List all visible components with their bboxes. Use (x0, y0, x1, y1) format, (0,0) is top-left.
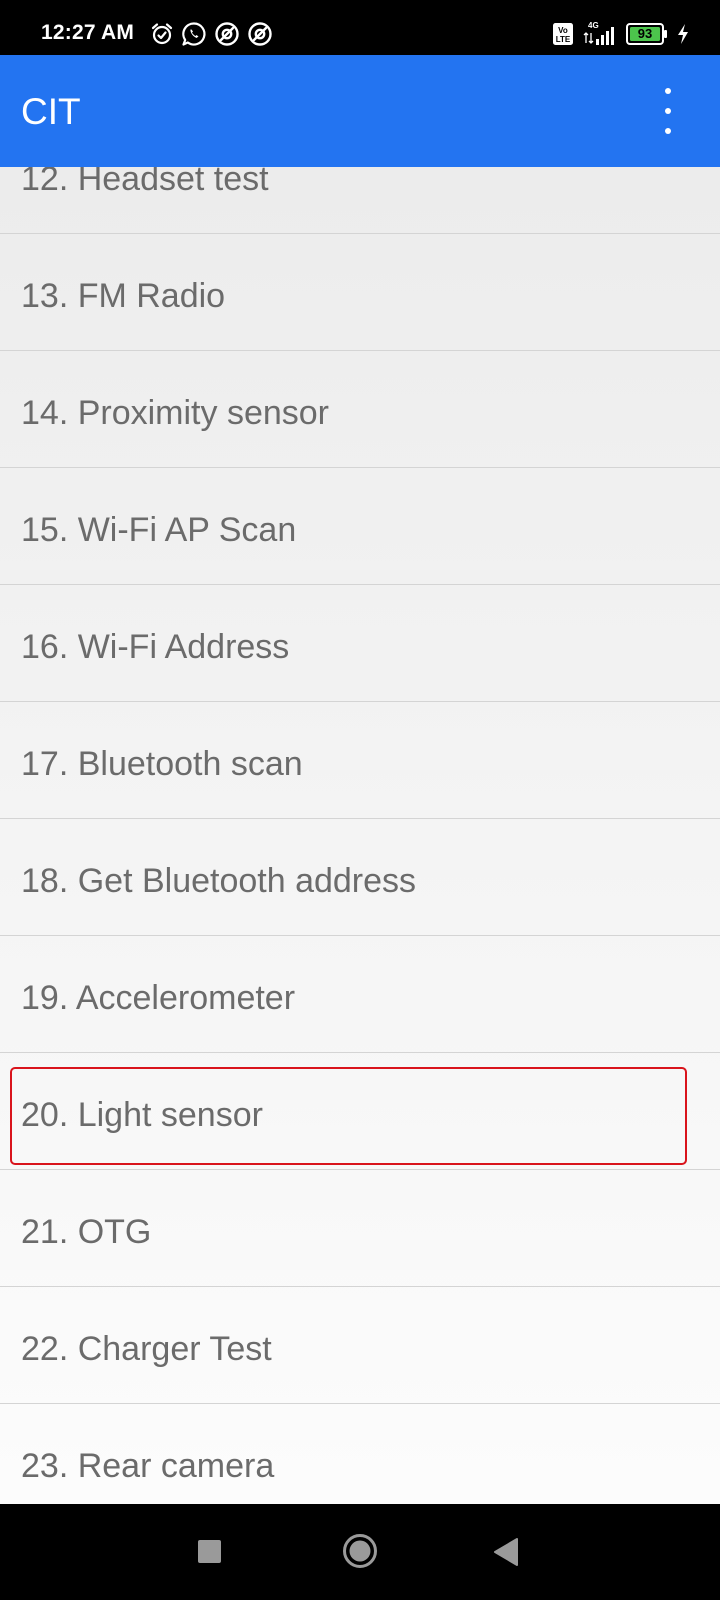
list-item-label: 13. FM Radio (21, 277, 226, 315)
notification-app-icon (248, 22, 272, 46)
app-bar: CIT (0, 55, 720, 167)
overflow-menu-button[interactable] (656, 88, 680, 134)
alarm-icon (151, 23, 173, 45)
recents-icon[interactable] (198, 1540, 221, 1563)
home-icon[interactable] (342, 1533, 378, 1569)
battery-level: 93 (637, 26, 653, 41)
list-item-bluetooth-address[interactable]: 18. Get Bluetooth address (0, 819, 720, 936)
list-item-otg[interactable]: 21. OTG (0, 1170, 720, 1287)
volte-label: Vo (558, 26, 568, 35)
status-bar: 12:27 AM Vo LTE 4G 93 (0, 0, 720, 55)
list-item-label: 15. Wi-Fi AP Scan (21, 511, 297, 549)
list-item-label: 19. Accelerometer (21, 979, 296, 1017)
test-list[interactable]: 12. Headset test 13. FM Radio 14. Proxim… (0, 167, 720, 1504)
status-system-icons: Vo LTE 4G 93 (552, 20, 690, 48)
list-item-charger-test[interactable]: 22. Charger Test (0, 1287, 720, 1404)
overflow-menu-icon (665, 128, 671, 134)
status-notification-icons (150, 20, 273, 48)
list-item-wifi-ap-scan[interactable]: 15. Wi-Fi AP Scan (0, 468, 720, 585)
whatsapp-icon (182, 22, 206, 46)
volte-icon: Vo LTE (553, 23, 573, 45)
list-item-wifi-address[interactable]: 16. Wi-Fi Address (0, 585, 720, 702)
volte-label: LTE (556, 35, 571, 44)
overflow-menu-icon (665, 88, 671, 94)
signal-icon: 4G (583, 21, 614, 45)
list-item-label: 21. OTG (21, 1213, 152, 1251)
list-item-light-sensor[interactable]: 20. Light sensor (0, 1053, 720, 1170)
list-item-headset-test[interactable]: 12. Headset test (0, 167, 720, 234)
back-icon[interactable] (493, 1537, 519, 1567)
network-type-label: 4G (588, 21, 599, 30)
list-item-label: 16. Wi-Fi Address (21, 628, 290, 666)
list-item-fm-radio[interactable]: 13. FM Radio (0, 234, 720, 351)
list-item-label: 20. Light sensor (21, 1096, 263, 1134)
list-item-label: 23. Rear camera (21, 1447, 275, 1485)
notification-app-icon (215, 22, 239, 46)
list-item-bluetooth-scan[interactable]: 17. Bluetooth scan (0, 702, 720, 819)
list-item-rear-camera[interactable]: 23. Rear camera (0, 1404, 720, 1504)
list-item-label: 17. Bluetooth scan (21, 745, 303, 783)
navigation-bar (0, 1504, 720, 1600)
list-item-label: 14. Proximity sensor (21, 394, 329, 432)
status-time: 12:27 AM (41, 21, 135, 44)
list-item-label: 22. Charger Test (21, 1330, 272, 1368)
test-list-content: 12. Headset test 13. FM Radio 14. Proxim… (0, 167, 720, 1504)
list-item-proximity-sensor[interactable]: 14. Proximity sensor (0, 351, 720, 468)
overflow-menu-icon (665, 108, 671, 114)
app-title: CIT (21, 91, 81, 132)
list-item-label: 12. Headset test (21, 167, 269, 198)
list-item-accelerometer[interactable]: 19. Accelerometer (0, 936, 720, 1053)
charging-bolt-icon (678, 24, 688, 44)
battery-icon: 93 (626, 23, 668, 45)
list-item-label: 18. Get Bluetooth address (21, 862, 417, 900)
